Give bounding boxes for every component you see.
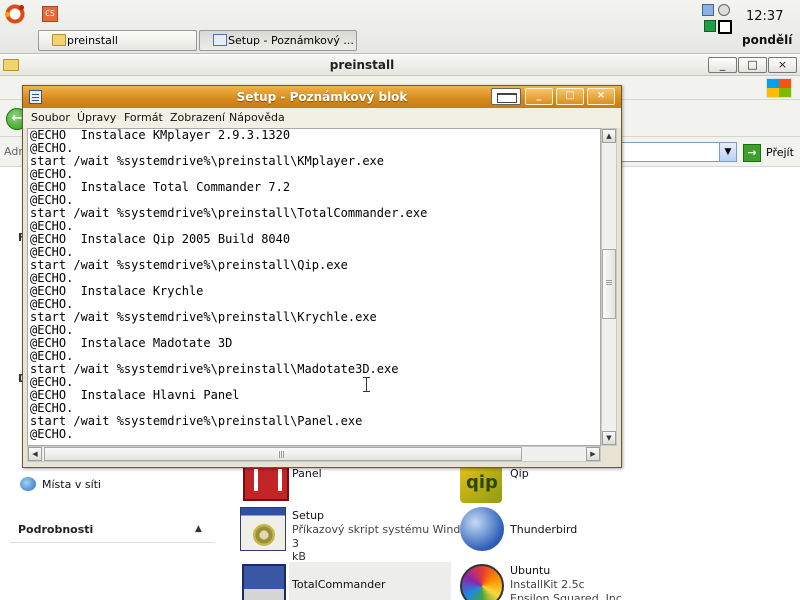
address-input[interactable]: ▼ bbox=[617, 142, 737, 162]
notepad-titlebar[interactable]: Setup - Poznámkový blok _ □ × bbox=[23, 86, 621, 108]
menu-format[interactable]: Formát bbox=[124, 111, 163, 124]
volume-icon[interactable] bbox=[718, 4, 730, 16]
installer-icon bbox=[460, 564, 504, 600]
notepad-menubar: Soubor Úpravy Formát Zobrazení Nápověda bbox=[23, 108, 621, 128]
text-editor[interactable]: @ECHO Instalace KMplayer 2.9.3.1320 @ECHO… bbox=[27, 128, 601, 446]
chevron-down-icon[interactable]: ▼ bbox=[719, 143, 736, 161]
details-header[interactable]: Podrobnosti bbox=[18, 523, 93, 536]
network-places-icon[interactable] bbox=[20, 477, 36, 491]
menu-napoveda[interactable]: Nápověda bbox=[229, 111, 285, 124]
text-line: start /wait %systemdrive%\preinstall\Tot… bbox=[30, 206, 428, 220]
text-line: start /wait %systemdrive%\preinstall\Mad… bbox=[30, 362, 399, 376]
top-panel: CS 12:37 pondělí preinstall Setup - Pozn… bbox=[0, 0, 800, 54]
explorer-titlebar[interactable]: preinstall _ □ × bbox=[0, 55, 800, 76]
clock-time[interactable]: 12:37 bbox=[746, 9, 783, 24]
file-type: Příkazový skript systému Wind... bbox=[292, 523, 471, 536]
taskbar-button-label: preinstall bbox=[67, 34, 118, 47]
go-button[interactable]: → Přejít bbox=[743, 143, 797, 163]
go-label: Přejít bbox=[766, 146, 794, 159]
scroll-right-icon[interactable]: ▶ bbox=[586, 447, 600, 461]
vertical-scrollbar[interactable]: ▲ ▼ bbox=[601, 128, 617, 446]
taskbar-button-preinstall[interactable]: preinstall bbox=[38, 30, 197, 51]
scroll-down-icon[interactable]: ▼ bbox=[602, 431, 616, 445]
file-name: Setup bbox=[292, 509, 325, 522]
maximize-button[interactable]: □ bbox=[556, 88, 584, 105]
notepad-window: Setup - Poznámkový blok _ □ × Soubor Úpr… bbox=[22, 85, 622, 468]
thunderbird-icon bbox=[460, 507, 504, 551]
divider bbox=[10, 542, 215, 543]
menu-zobrazeni[interactable]: Zobrazení bbox=[170, 111, 225, 124]
minimize-button[interactable]: _ bbox=[708, 57, 737, 73]
scrollbar-corner bbox=[601, 446, 617, 462]
text-line: @ECHO. bbox=[30, 427, 74, 441]
qip-icon bbox=[460, 463, 502, 503]
system-tray bbox=[700, 2, 736, 36]
file-description: InstallKit 2.5c bbox=[510, 578, 585, 591]
file-name: Panel bbox=[292, 467, 322, 480]
text-line: start /wait %systemdrive%\preinstall\Qip… bbox=[30, 258, 348, 272]
clock-day[interactable]: pondělí bbox=[742, 33, 792, 47]
horizontal-scrollbar[interactable]: ◀ ▶ bbox=[27, 446, 601, 462]
menu-upravy[interactable]: Úpravy bbox=[77, 111, 116, 124]
windows-logo-icon bbox=[766, 78, 792, 98]
file-size: 3 kB bbox=[292, 537, 306, 563]
network-places-link[interactable]: Místa v síti bbox=[42, 478, 101, 491]
address-label: Adr bbox=[4, 145, 23, 158]
launcher-cs-icon[interactable]: CS bbox=[42, 6, 58, 22]
taskbar-button-label: Setup - Poznámkový ... bbox=[228, 34, 354, 47]
collapse-arrow-icon[interactable]: ▲ bbox=[195, 524, 202, 534]
network-status-icon[interactable] bbox=[704, 20, 716, 32]
application-icon bbox=[240, 463, 289, 509]
file-company: Epsilon Squared, Inc. bbox=[510, 592, 626, 600]
scroll-up-icon[interactable]: ▲ bbox=[602, 129, 616, 143]
text-line: start /wait %systemdrive%\preinstall\Kry… bbox=[30, 310, 377, 324]
floppy-disk-icon bbox=[242, 564, 286, 600]
text-line: start /wait %systemdrive%\preinstall\KMp… bbox=[30, 154, 385, 168]
maximize-button[interactable]: □ bbox=[738, 57, 767, 73]
text-line: start /wait %systemdrive%\preinstall\Pan… bbox=[30, 414, 363, 428]
close-button[interactable]: × bbox=[587, 88, 615, 105]
notepad-icon bbox=[213, 34, 227, 46]
taskbar-button-setup-notepad[interactable]: Setup - Poznámkový ... bbox=[199, 30, 357, 51]
horizontal-scroll-thumb[interactable] bbox=[44, 447, 522, 461]
minimize-button[interactable]: _ bbox=[525, 88, 553, 105]
window-menu-icon[interactable] bbox=[491, 88, 521, 105]
tray-app-icon[interactable] bbox=[702, 4, 714, 16]
scroll-left-icon[interactable]: ◀ bbox=[28, 447, 42, 461]
file-name: TotalCommander bbox=[292, 578, 386, 591]
close-button[interactable]: × bbox=[768, 57, 797, 73]
text-cursor-icon bbox=[363, 377, 373, 392]
file-name: Qip bbox=[510, 467, 529, 480]
ubuntu-logo-icon[interactable] bbox=[5, 4, 25, 24]
display-icon[interactable] bbox=[718, 20, 732, 34]
window-title: preinstall bbox=[329, 58, 395, 72]
menu-soubor[interactable]: Soubor bbox=[31, 111, 70, 124]
file-name: Thunderbird bbox=[510, 523, 578, 536]
file-name: Ubuntu bbox=[510, 564, 551, 577]
batch-script-icon bbox=[240, 507, 286, 551]
folder-icon bbox=[52, 34, 66, 46]
vertical-scroll-thumb[interactable] bbox=[602, 249, 616, 319]
go-arrow-icon: → bbox=[743, 144, 761, 162]
